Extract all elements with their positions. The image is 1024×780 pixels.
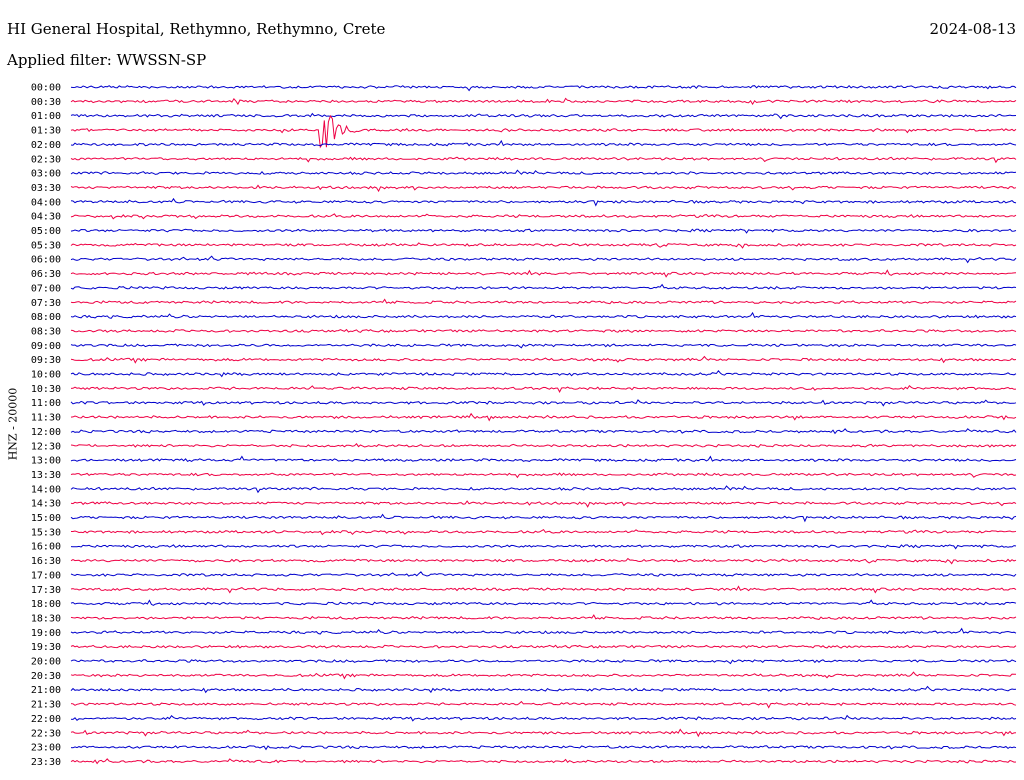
trace-line	[70, 455, 1017, 463]
tick-label: 05:00	[31, 226, 61, 237]
trace-line	[70, 557, 1017, 565]
trace-line	[70, 745, 1017, 751]
tick-label: 08:00	[31, 312, 61, 323]
trace-line	[70, 428, 1017, 435]
trace-line	[70, 384, 1017, 393]
tick-label: 20:30	[31, 671, 61, 682]
trace-line	[70, 269, 1017, 278]
trace-line	[70, 213, 1017, 220]
tick-label: 15:30	[31, 527, 61, 538]
tick-label: 08:30	[31, 326, 61, 337]
tick-label: 06:30	[31, 269, 61, 280]
tick-label: 13:00	[31, 456, 61, 467]
trace-line	[70, 97, 1017, 106]
tick-label: 10:30	[31, 384, 61, 395]
trace-line	[70, 758, 1017, 765]
tick-label: 23:30	[31, 757, 61, 768]
trace-line	[70, 571, 1017, 577]
trace-line	[70, 644, 1017, 649]
tick-label: 21:00	[31, 685, 61, 696]
trace-line	[70, 114, 1017, 149]
tick-label: 14:00	[31, 484, 61, 495]
tick-label: 05:30	[31, 240, 61, 251]
trace-line	[70, 156, 1017, 164]
trace-line	[70, 671, 1017, 680]
trace-line	[70, 283, 1017, 290]
trace-line	[70, 500, 1017, 508]
tick-label: 00:30	[31, 97, 61, 108]
trace-line	[70, 728, 1017, 738]
tick-label: 17:00	[31, 570, 61, 581]
trace-line	[71, 528, 1017, 536]
tick-label: 07:00	[31, 283, 61, 294]
tick-label: 21:30	[31, 700, 61, 711]
trace-line	[70, 472, 1017, 479]
trace-line	[70, 139, 1017, 147]
trace-line	[70, 84, 1017, 92]
trace-line	[70, 443, 1017, 448]
trace-line	[70, 228, 1017, 234]
trace-line	[70, 714, 1017, 722]
trace-line	[70, 255, 1017, 264]
tick-label: 02:30	[31, 154, 61, 165]
tick-label: 09:00	[31, 341, 61, 352]
trace-line	[70, 513, 1017, 523]
tick-label: 04:30	[31, 212, 61, 223]
trace-line	[70, 343, 1017, 349]
tick-label: 18:00	[31, 599, 61, 610]
tick-label: 14:30	[31, 499, 61, 510]
tick-label: 23:00	[31, 743, 61, 754]
tick-label: 00:00	[31, 83, 61, 94]
tick-label: 04:00	[31, 197, 61, 208]
tick-label: 19:00	[31, 628, 61, 639]
trace-line	[70, 197, 1017, 207]
tick-label: 15:00	[31, 513, 61, 524]
trace-line	[70, 659, 1017, 665]
trace-line	[70, 184, 1017, 193]
trace-line	[70, 685, 1017, 694]
tick-label: 02:00	[31, 140, 61, 151]
trace-line	[70, 328, 1017, 333]
helicorder-plot: 00:00 00:30 01:00 01:30 02:00 02:30 03:00 03:30…	[31, 83, 1017, 768]
trace-line	[70, 311, 1017, 319]
trace-line	[70, 370, 1017, 378]
trace-line	[70, 627, 1017, 635]
tick-label: 11:00	[31, 398, 61, 409]
trace-line	[70, 614, 1017, 620]
trace-line	[70, 112, 1017, 120]
tick-label: 12:00	[31, 427, 61, 438]
tick-label: 03:30	[31, 183, 61, 194]
trace-line	[70, 599, 1017, 606]
tick-label: 16:30	[31, 556, 61, 567]
tick-label: 10:00	[31, 370, 61, 381]
tick-label: 09:30	[31, 355, 61, 366]
trace-line	[70, 700, 1017, 709]
trace-line	[70, 399, 1017, 407]
trace-line	[70, 485, 1017, 494]
trace-line	[70, 544, 1017, 550]
tick-label: 18:30	[31, 613, 61, 624]
tick-label: 12:30	[31, 441, 61, 452]
tick-label: 20:00	[31, 657, 61, 668]
trace-line	[70, 242, 1017, 249]
tick-label: 13:30	[31, 470, 61, 481]
trace-line	[70, 355, 1017, 364]
tick-label: 19:30	[31, 642, 61, 653]
tick-label: 01:00	[31, 111, 61, 122]
trace-line	[70, 585, 1017, 594]
tick-label: 22:30	[31, 728, 61, 739]
tick-label: 01:30	[31, 126, 61, 137]
tick-label: 06:00	[31, 255, 61, 266]
tick-label: 11:30	[31, 413, 61, 424]
tick-label: 16:00	[31, 542, 61, 553]
tick-label: 22:00	[31, 714, 61, 725]
trace-line	[70, 298, 1017, 305]
trace-line	[70, 169, 1017, 176]
tick-label: 07:30	[31, 298, 61, 309]
tick-label: 17:30	[31, 585, 61, 596]
tick-label: 03:00	[31, 169, 61, 180]
trace-line	[70, 412, 1017, 422]
